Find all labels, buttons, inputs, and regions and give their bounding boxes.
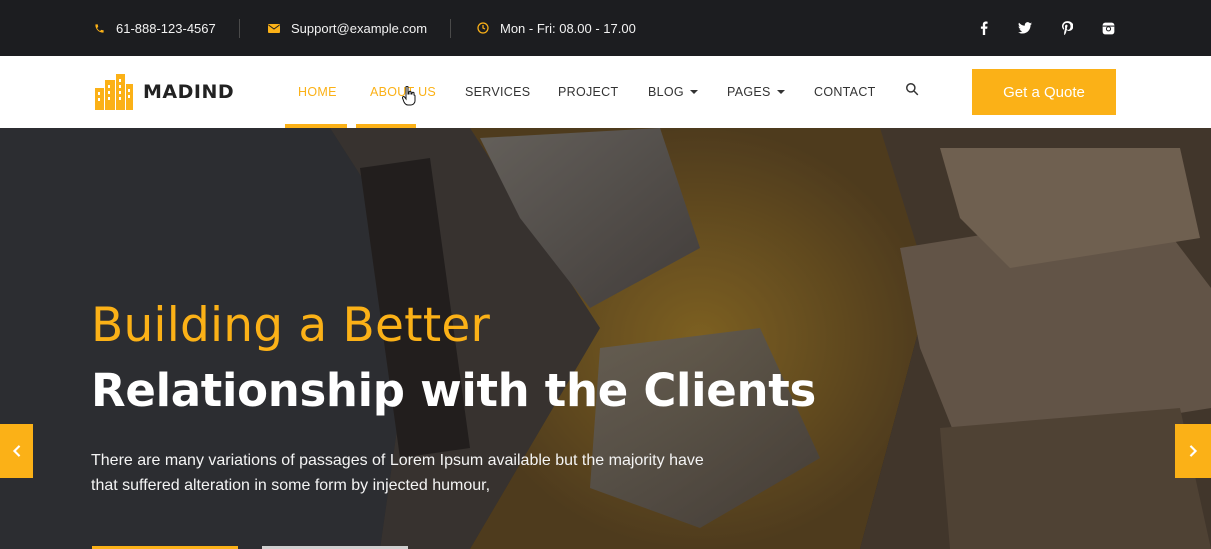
clock-icon xyxy=(477,22,489,34)
building-logo-icon xyxy=(95,74,133,110)
nav-item-label: BLOG xyxy=(648,85,684,99)
hours-info: Mon - Fri: 08.00 - 17.00 xyxy=(477,0,636,56)
hero-slider: Building a Better Relationship with the … xyxy=(0,128,1211,549)
chevron-left-icon xyxy=(12,445,20,457)
chevron-right-icon xyxy=(1189,445,1198,457)
nav-item-project[interactable]: PROJECT xyxy=(558,56,618,128)
nav-item-label: CONTACT xyxy=(814,85,876,99)
top-info-bar: 61-888-123-4567 Support@example.com Mon … xyxy=(0,0,1211,56)
envelope-icon xyxy=(268,23,280,33)
facebook-icon[interactable] xyxy=(976,20,992,36)
support-email: Support@example.com xyxy=(291,20,428,36)
instagram-icon[interactable] xyxy=(1100,20,1116,36)
pinterest-icon[interactable] xyxy=(1059,20,1075,36)
hero-subheadline: Relationship with the Clients xyxy=(91,364,816,417)
divider xyxy=(239,19,240,38)
nav-item-label: PROJECT xyxy=(558,85,619,99)
twitter-icon[interactable] xyxy=(1017,20,1033,36)
phone-info[interactable]: 61-888-123-4567 xyxy=(94,0,216,56)
divider xyxy=(450,19,451,38)
search-icon[interactable] xyxy=(905,82,923,100)
main-navbar: MADIND HOME ABOUT US SERVICES PROJECT BL… xyxy=(0,56,1211,128)
nav-item-pages[interactable]: PAGES xyxy=(727,56,785,128)
site-logo[interactable]: MADIND xyxy=(95,74,234,110)
caret-down-icon xyxy=(689,90,698,94)
slider-next-button[interactable] xyxy=(1175,424,1211,478)
nav-item-label: SERVICES xyxy=(465,85,531,99)
hand-cursor-icon xyxy=(402,86,416,106)
nav-item-label: HOME xyxy=(298,85,337,99)
nav-item-blog[interactable]: BLOG xyxy=(648,56,698,128)
phone-number: 61-888-123-4567 xyxy=(116,20,216,36)
nav-item-label: PAGES xyxy=(727,85,771,99)
nav-item-home[interactable]: HOME xyxy=(298,56,337,128)
get-a-quote-button[interactable]: Get a Quote xyxy=(972,69,1116,115)
nav-item-contact[interactable]: CONTACT xyxy=(814,56,876,128)
hero-headline: Building a Better xyxy=(91,298,490,353)
email-info[interactable]: Support@example.com xyxy=(268,0,427,56)
phone-icon xyxy=(95,23,104,33)
nav-item-services[interactable]: SERVICES xyxy=(465,56,530,128)
logo-text: MADIND xyxy=(143,81,235,103)
business-hours: Mon - Fri: 08.00 - 17.00 xyxy=(500,20,636,36)
slider-prev-button[interactable] xyxy=(0,424,33,478)
caret-down-icon xyxy=(776,90,785,94)
hero-description: There are many variations of passages of… xyxy=(91,452,704,494)
